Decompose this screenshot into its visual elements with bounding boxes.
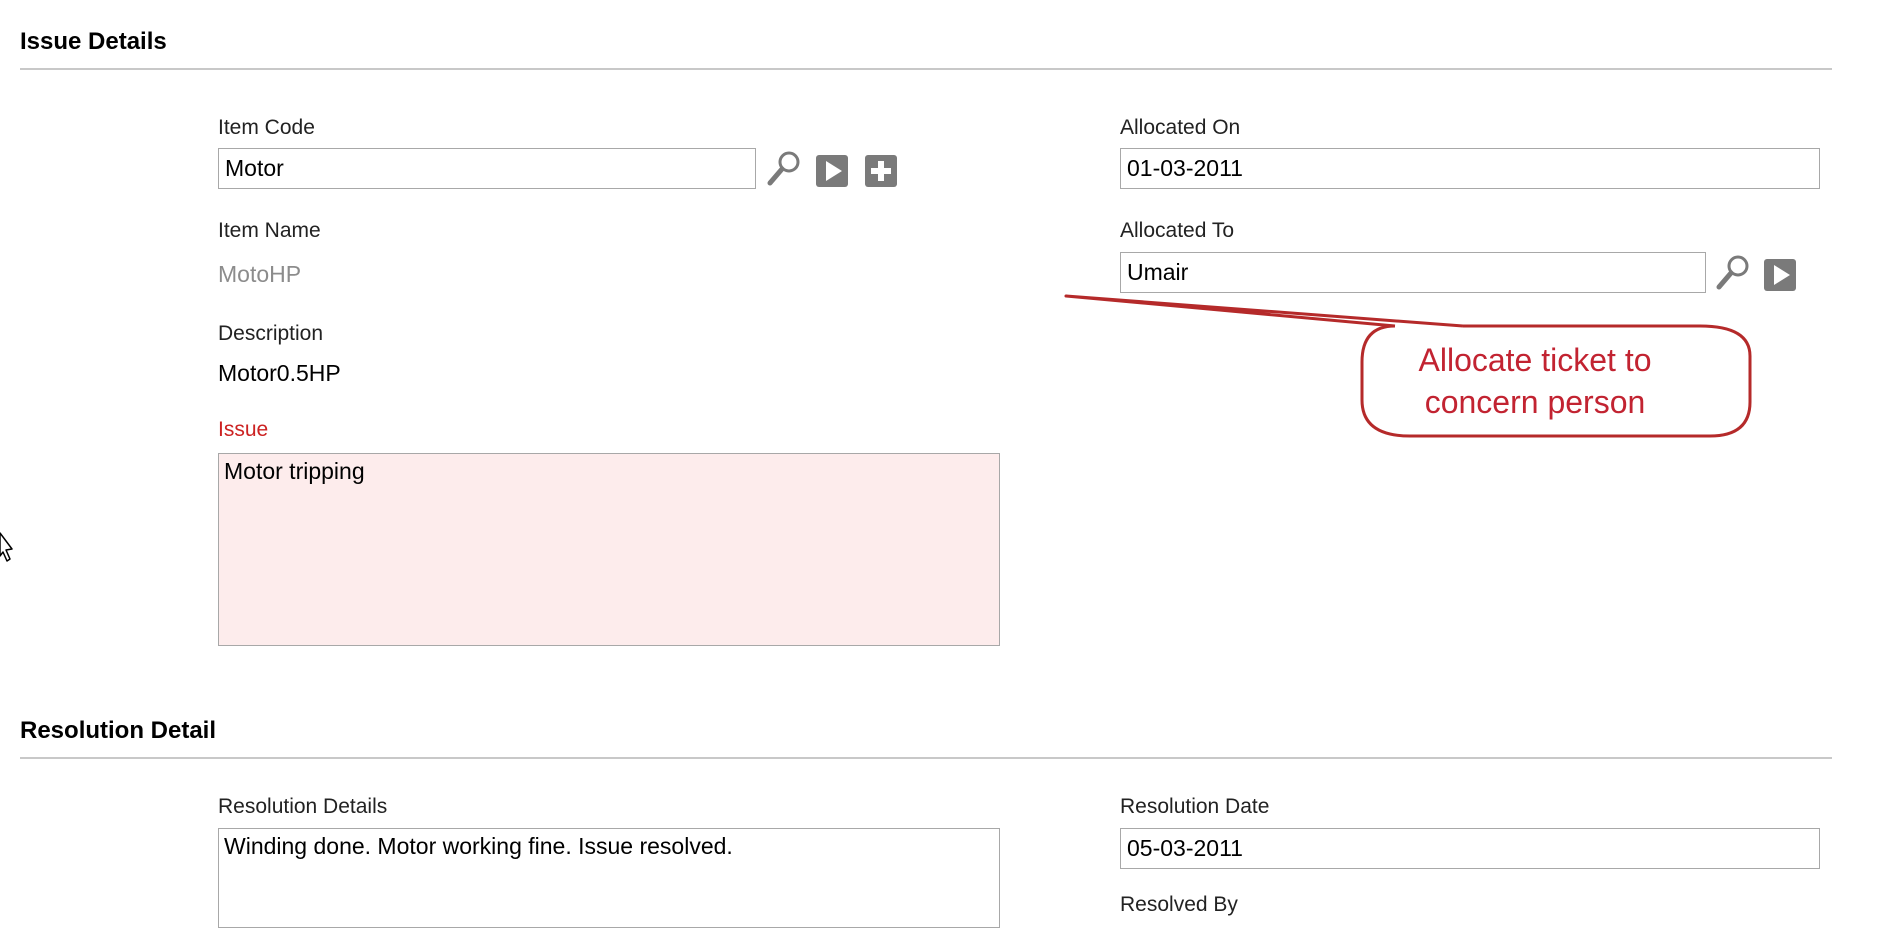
resolution-date-label: Resolution Date: [1120, 795, 1270, 818]
issue-label: Issue: [218, 418, 269, 441]
open-link-icon[interactable]: [1763, 258, 1797, 292]
issue-details-heading: Issue Details: [20, 28, 167, 55]
search-icon[interactable]: [1714, 252, 1754, 292]
resolution-details-label: Resolution Details: [218, 795, 388, 818]
open-link-icon[interactable]: [815, 154, 849, 188]
resolution-detail-divider: [20, 757, 1832, 759]
resolution-details-textarea[interactable]: Winding done. Motor working fine. Issue …: [218, 828, 1000, 928]
search-icon[interactable]: [765, 148, 805, 188]
resolution-date-input[interactable]: 05-03-2011: [1120, 828, 1820, 869]
allocated-on-label: Allocated On: [1120, 116, 1241, 139]
allocated-on-input[interactable]: 01-03-2011: [1120, 148, 1820, 189]
item-code-label: Item Code: [218, 116, 315, 139]
description-value: Motor0.5HP: [218, 360, 341, 386]
mouse-cursor-icon: [0, 532, 13, 562]
allocated-to-label: Allocated To: [1120, 219, 1235, 242]
add-icon[interactable]: [864, 154, 898, 188]
resolved-by-label: Resolved By: [1120, 893, 1238, 916]
issue-textarea[interactable]: Motor tripping: [218, 453, 1000, 646]
item-name-value: MotoHP: [218, 261, 302, 287]
annotation-callout-text: Allocate ticket to concern person: [1335, 339, 1735, 423]
item-name-label: Item Name: [218, 219, 321, 242]
allocated-to-input[interactable]: Umair: [1120, 252, 1706, 293]
item-code-input[interactable]: Motor: [218, 148, 756, 189]
callout-line-2: concern person: [1424, 384, 1646, 420]
issue-details-divider: [20, 68, 1832, 70]
description-label: Description: [218, 322, 324, 345]
resolution-detail-heading: Resolution Detail: [20, 717, 217, 744]
callout-line-1: Allocate ticket to: [1418, 342, 1652, 378]
